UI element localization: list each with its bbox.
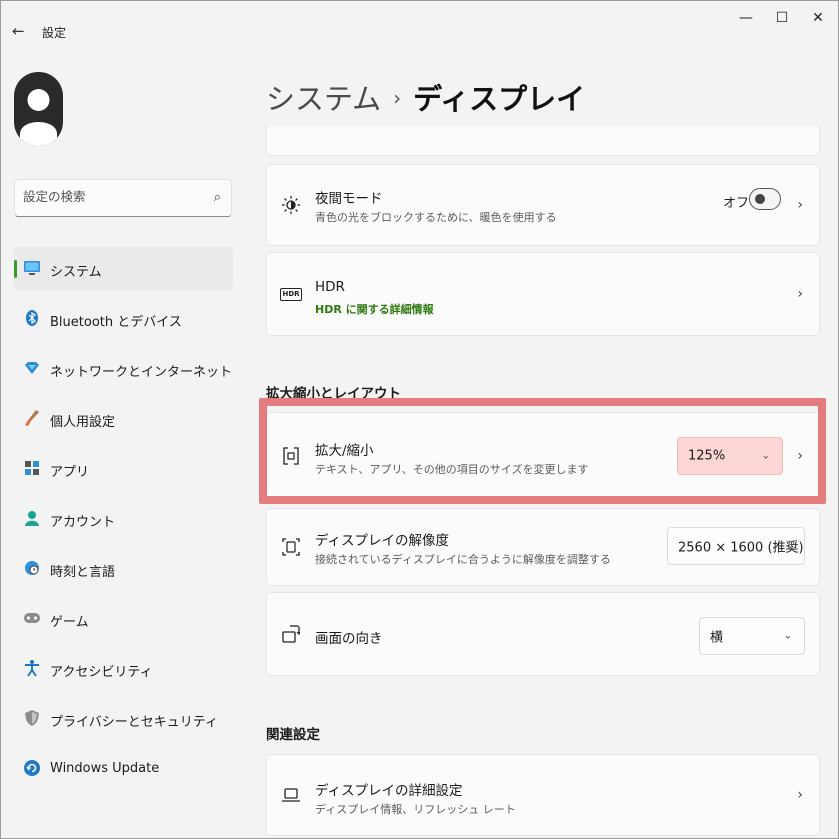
sidebar-item-label: ゲーム	[50, 615, 89, 630]
rotate-screen-icon	[281, 624, 301, 644]
page-title: ディスプレイ	[413, 82, 586, 116]
orientation-title: 画面の向き	[315, 631, 383, 647]
resolution-icon	[281, 537, 301, 557]
sidebar-item-label: アプリ	[50, 465, 90, 480]
chevron-right-icon[interactable]: ›	[797, 787, 803, 803]
sidebar-item-label: Bluetooth とデバイス	[50, 315, 182, 330]
advanced-display-title: ディスプレイの詳細設定	[315, 783, 463, 799]
chevron-right-icon[interactable]: ›	[797, 286, 803, 302]
section-scale-layout: 拡大縮小とレイアウト	[266, 386, 401, 402]
hdr-info-link[interactable]: HDR に関する詳細情報	[315, 301, 434, 317]
sidebar-item-label: システム	[50, 265, 102, 280]
night-light-subtitle: 青色の光をブロックするために、暖色を使用する	[315, 211, 557, 224]
chevron-right-icon[interactable]: ›	[797, 197, 803, 213]
resolution-subtitle: 接続されているディスプレイに合うように解像度を調整する	[315, 553, 611, 566]
title-bar: ← 設定 — ☐ ✕	[0, 0, 839, 40]
breadcrumb: システム › ディスプレイ	[266, 76, 585, 118]
sidebar-item-privacy[interactable]: プライバシーとセキュリティ	[14, 697, 233, 741]
brightness-card-partial[interactable]	[266, 126, 820, 156]
sidebar-item-accessibility[interactable]: アクセシビリティ	[14, 647, 233, 691]
resolution-card[interactable]: ディスプレイの解像度 接続されているディスプレイに合うように解像度を調整する 2…	[266, 508, 820, 586]
hdr-title: HDR	[315, 279, 345, 295]
sidebar-item-system[interactable]: システム	[14, 247, 233, 291]
advanced-display-card[interactable]: ディスプレイの詳細設定 ディスプレイ情報、リフレッシュ レート ›	[266, 754, 820, 836]
chevron-down-icon: ⌄	[783, 630, 792, 642]
sidebar-nav: システム Bluetooth とデバイス ネットワークとインターネット 個人用設…	[14, 247, 233, 797]
sidebar-item-network[interactable]: ネットワークとインターネット	[14, 347, 233, 391]
update-icon	[23, 759, 41, 777]
accessibility-icon	[23, 659, 41, 677]
section-related-settings: 関連設定	[266, 727, 320, 743]
chevron-down-icon: ⌄	[785, 540, 794, 552]
scale-subtitle: テキスト、アプリ、その他の項目のサイズを変更します	[315, 463, 589, 476]
breadcrumb-parent[interactable]: システム	[266, 82, 381, 116]
sidebar-item-accounts[interactable]: アカウント	[14, 497, 233, 541]
resolution-dropdown[interactable]: 2560 × 1600 (推奨) ⌄	[667, 527, 805, 565]
hdr-icon: HDR	[280, 284, 302, 304]
advanced-display-subtitle: ディスプレイ情報、リフレッシュ レート	[315, 803, 516, 816]
sidebar-item-apps[interactable]: アプリ	[14, 447, 233, 491]
sidebar-item-windows-update[interactable]: Windows Update	[14, 747, 233, 791]
sidebar-item-gaming[interactable]: ゲーム	[14, 597, 233, 641]
minimize-icon[interactable]: —	[736, 10, 756, 26]
orientation-card[interactable]: 画面の向き 横 ⌄	[266, 592, 820, 676]
sidebar-item-time-language[interactable]: 時刻と言語	[14, 547, 233, 591]
search-icon[interactable]: ⌕	[214, 190, 221, 205]
sidebar-item-bluetooth[interactable]: Bluetooth とデバイス	[14, 297, 233, 341]
sidebar-item-label: 個人用設定	[50, 415, 116, 430]
account-icon	[23, 509, 41, 527]
app-title: 設定	[42, 26, 67, 40]
maximize-icon[interactable]: ☐	[772, 10, 792, 26]
user-avatar[interactable]	[14, 72, 63, 146]
settings-search-box[interactable]: ⌕	[14, 179, 232, 217]
sidebar-item-label: アカウント	[50, 515, 116, 530]
apps-icon	[23, 459, 41, 477]
scale-dropdown-value: 125%	[688, 448, 726, 464]
back-arrow-icon[interactable]: ←	[12, 22, 25, 40]
resize-icon	[281, 446, 301, 466]
laptop-icon	[281, 785, 301, 805]
brush-icon	[23, 409, 41, 427]
bluetooth-icon	[23, 309, 41, 327]
sidebar-item-label: 時刻と言語	[50, 565, 116, 580]
night-light-toggle[interactable]	[749, 188, 781, 210]
sidebar-item-label: Windows Update	[50, 761, 160, 776]
sun-moon-icon	[281, 195, 301, 215]
chevron-down-icon: ⌄	[761, 450, 770, 462]
scale-title: 拡大/縮小	[315, 443, 374, 459]
hdr-card[interactable]: HDR HDR HDR に関する詳細情報 ›	[266, 252, 820, 336]
orientation-dropdown-value: 横	[710, 630, 724, 646]
sidebar-item-label: ネットワークとインターネット	[50, 365, 233, 380]
resolution-title: ディスプレイの解像度	[315, 533, 450, 549]
search-input[interactable]	[23, 189, 203, 204]
breadcrumb-separator: ›	[393, 86, 402, 110]
shield-icon	[23, 709, 41, 727]
sidebar-item-personalization[interactable]: 個人用設定	[14, 397, 233, 441]
wifi-diamond-icon	[23, 359, 41, 377]
sidebar-item-label: プライバシーとセキュリティ	[50, 715, 218, 730]
night-light-title: 夜間モード	[315, 191, 383, 207]
hdr-icon-text: HDR	[280, 287, 302, 301]
scale-card[interactable]: 拡大/縮小 テキスト、アプリ、その他の項目のサイズを変更します 125% ⌄ ›	[266, 412, 820, 500]
monitor-icon	[23, 259, 41, 277]
close-icon[interactable]: ✕	[808, 10, 828, 26]
night-light-toggle-state: オフ	[722, 196, 749, 211]
night-light-card[interactable]: 夜間モード 青色の光をブロックするために、暖色を使用する オフ ›	[266, 164, 820, 246]
orientation-dropdown[interactable]: 横 ⌄	[699, 617, 805, 655]
scale-dropdown[interactable]: 125% ⌄	[677, 437, 783, 475]
globe-clock-icon	[23, 559, 41, 577]
gamepad-icon	[23, 609, 41, 627]
chevron-right-icon[interactable]: ›	[797, 448, 803, 464]
sidebar-item-label: アクセシビリティ	[50, 665, 153, 680]
